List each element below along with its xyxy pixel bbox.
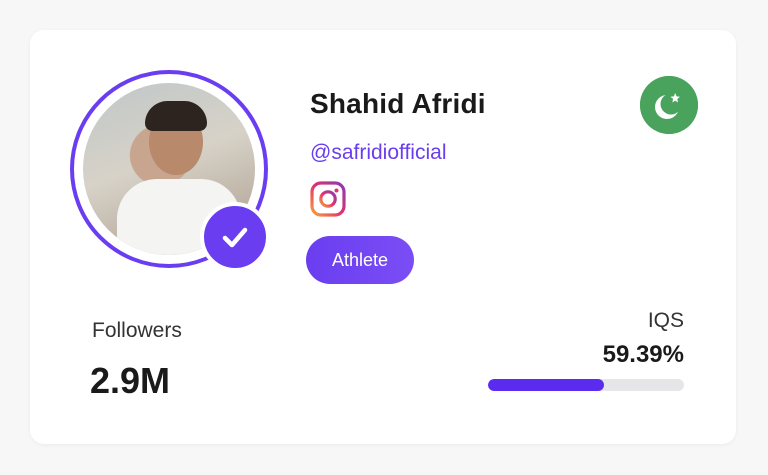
- profile-handle[interactable]: @safridiofficial: [310, 141, 446, 165]
- influencer-card: Shahid Afridi @safridiofficial Athlete F…: [30, 30, 736, 444]
- iqs-value: 59.39%: [602, 341, 684, 368]
- pakistan-flag-icon: [640, 76, 698, 134]
- iqs-label: IQS: [647, 309, 684, 332]
- instagram-icon[interactable]: [309, 180, 347, 218]
- iqs-progress-fill: [488, 379, 605, 391]
- profile-name: Shahid Afridi: [310, 88, 486, 119]
- category-badge[interactable]: Athlete: [306, 236, 414, 284]
- followers-label: Followers: [92, 319, 182, 342]
- followers-value: 2.9M: [90, 360, 171, 401]
- iqs-progress-bar: [488, 379, 684, 391]
- avatar-hair: [145, 101, 207, 131]
- verified-check-icon: [200, 202, 270, 272]
